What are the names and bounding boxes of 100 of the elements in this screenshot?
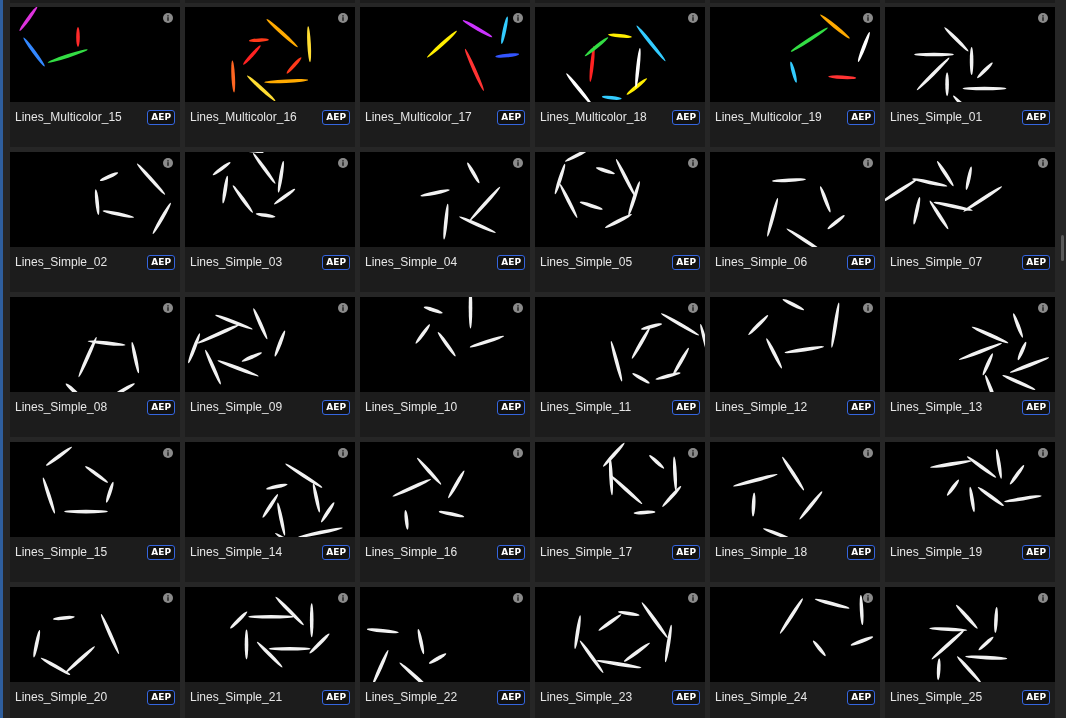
info-icon[interactable] bbox=[688, 448, 698, 458]
asset-card[interactable]: Lines_Simple_11 AEP bbox=[535, 297, 705, 437]
info-icon[interactable] bbox=[688, 158, 698, 168]
format-badge: AEP bbox=[847, 544, 875, 560]
asset-card[interactable]: Lines_Simple_22 AEP bbox=[360, 587, 530, 718]
asset-name: Lines_Simple_10 bbox=[365, 400, 458, 414]
format-badge: AEP bbox=[147, 689, 175, 705]
info-icon[interactable] bbox=[338, 303, 348, 313]
asset-name: Lines_Simple_11 bbox=[540, 400, 632, 414]
format-badge: AEP bbox=[497, 689, 525, 705]
format-badge: AEP bbox=[497, 544, 525, 560]
asset-card[interactable]: Lines_Simple_15 AEP bbox=[10, 442, 180, 582]
asset-card[interactable]: Lines_Simple_04 AEP bbox=[360, 152, 530, 292]
asset-card[interactable]: Lines_Simple_14 AEP bbox=[185, 442, 355, 582]
asset-card[interactable]: Lines_Multicolor_17 AEP bbox=[360, 7, 530, 147]
info-icon[interactable] bbox=[863, 303, 873, 313]
asset-card[interactable]: Lines_Simple_24 AEP bbox=[710, 587, 880, 718]
info-icon[interactable] bbox=[338, 13, 348, 23]
asset-card[interactable]: Lines_Simple_03 AEP bbox=[185, 152, 355, 292]
asset-card[interactable]: Lines_Simple_17 AEP bbox=[535, 442, 705, 582]
info-icon[interactable] bbox=[1038, 303, 1048, 313]
scrollbar-thumb[interactable] bbox=[1061, 235, 1064, 261]
asset-card[interactable]: Lines_Simple_19 AEP bbox=[885, 442, 1055, 582]
asset-card[interactable]: Lines_Simple_08 AEP bbox=[10, 297, 180, 437]
asset-card[interactable]: Lines_Simple_12 AEP bbox=[710, 297, 880, 437]
format-badge: AEP bbox=[1022, 399, 1050, 415]
asset-name: Lines_Simple_17 bbox=[540, 545, 633, 559]
info-icon[interactable] bbox=[863, 448, 873, 458]
asset-name: Lines_Simple_05 bbox=[540, 255, 633, 269]
format-badge: AEP bbox=[147, 544, 175, 560]
asset-card[interactable]: Lines_Simple_09 AEP bbox=[185, 297, 355, 437]
info-icon[interactable] bbox=[513, 158, 523, 168]
format-badge: AEP bbox=[672, 399, 700, 415]
format-badge: AEP bbox=[497, 109, 525, 125]
asset-card[interactable]: Lines_Multicolor_18 AEP bbox=[535, 7, 705, 147]
info-icon[interactable] bbox=[163, 448, 173, 458]
format-badge: AEP bbox=[1022, 544, 1050, 560]
info-icon[interactable] bbox=[513, 593, 523, 603]
info-icon[interactable] bbox=[1038, 158, 1048, 168]
format-badge: AEP bbox=[847, 254, 875, 270]
format-badge: AEP bbox=[1022, 689, 1050, 705]
asset-name: Lines_Simple_21 bbox=[190, 690, 283, 704]
info-icon[interactable] bbox=[513, 13, 523, 23]
info-icon[interactable] bbox=[688, 593, 698, 603]
asset-card[interactable]: Lines_Multicolor_15 AEP bbox=[10, 7, 180, 147]
asset-card[interactable]: Lines_Simple_07 AEP bbox=[885, 152, 1055, 292]
info-icon[interactable] bbox=[688, 13, 698, 23]
asset-card[interactable]: Lines_Simple_06 AEP bbox=[710, 152, 880, 292]
asset-name: Lines_Simple_13 bbox=[890, 400, 983, 414]
asset-card[interactable]: Lines_Simple_01 AEP bbox=[885, 7, 1055, 147]
asset-card[interactable]: Lines_Simple_10 AEP bbox=[360, 297, 530, 437]
asset-card[interactable]: Lines_Multicolor_19 AEP bbox=[710, 7, 880, 147]
format-badge: AEP bbox=[1022, 109, 1050, 125]
format-badge: AEP bbox=[497, 399, 525, 415]
info-icon[interactable] bbox=[163, 303, 173, 313]
format-badge: AEP bbox=[147, 399, 175, 415]
info-icon[interactable] bbox=[863, 13, 873, 23]
asset-card[interactable]: Lines_Simple_21 AEP bbox=[185, 587, 355, 718]
info-icon[interactable] bbox=[513, 448, 523, 458]
asset-name: Lines_Simple_19 bbox=[890, 545, 983, 559]
asset-name: Lines_Simple_02 bbox=[15, 255, 108, 269]
asset-card[interactable]: Lines_Simple_05 AEP bbox=[535, 152, 705, 292]
format-badge: AEP bbox=[672, 689, 700, 705]
asset-name: Lines_Simple_16 bbox=[365, 545, 458, 559]
asset-name: Lines_Simple_20 bbox=[15, 690, 108, 704]
info-icon[interactable] bbox=[338, 593, 348, 603]
info-icon[interactable] bbox=[1038, 593, 1048, 603]
asset-card[interactable]: Lines_Simple_23 AEP bbox=[535, 587, 705, 718]
format-badge: AEP bbox=[322, 399, 350, 415]
info-icon[interactable] bbox=[513, 303, 523, 313]
format-badge: AEP bbox=[147, 109, 175, 125]
asset-name: Lines_Simple_12 bbox=[715, 400, 808, 414]
asset-card[interactable]: Lines_Simple_13 AEP bbox=[885, 297, 1055, 437]
asset-name: Lines_Simple_15 bbox=[15, 545, 108, 559]
info-icon[interactable] bbox=[1038, 448, 1048, 458]
info-icon[interactable] bbox=[163, 13, 173, 23]
info-icon[interactable] bbox=[688, 303, 698, 313]
asset-card[interactable]: Lines_Multicolor_16 AEP bbox=[185, 7, 355, 147]
info-icon[interactable] bbox=[863, 593, 873, 603]
asset-card[interactable]: Lines_Simple_18 AEP bbox=[710, 442, 880, 582]
asset-name: Lines_Simple_08 bbox=[15, 400, 108, 414]
info-icon[interactable] bbox=[163, 593, 173, 603]
format-badge: AEP bbox=[847, 109, 875, 125]
asset-card[interactable]: Lines_Simple_16 AEP bbox=[360, 442, 530, 582]
asset-name: Lines_Multicolor_19 bbox=[715, 110, 822, 124]
asset-name: Lines_Multicolor_16 bbox=[190, 110, 297, 124]
asset-name: Lines_Simple_14 bbox=[190, 545, 283, 559]
info-icon[interactable] bbox=[863, 158, 873, 168]
info-icon[interactable] bbox=[163, 158, 173, 168]
info-icon[interactable] bbox=[1038, 13, 1048, 23]
asset-name: Lines_Simple_04 bbox=[365, 255, 458, 269]
asset-card[interactable]: Lines_Simple_20 AEP bbox=[10, 587, 180, 718]
format-badge: AEP bbox=[322, 109, 350, 125]
format-badge: AEP bbox=[847, 689, 875, 705]
asset-card[interactable]: Lines_Simple_25 AEP bbox=[885, 587, 1055, 718]
asset-name: Lines_Simple_09 bbox=[190, 400, 283, 414]
asset-name: Lines_Simple_06 bbox=[715, 255, 808, 269]
info-icon[interactable] bbox=[338, 158, 348, 168]
info-icon[interactable] bbox=[338, 448, 348, 458]
asset-card[interactable]: Lines_Simple_02 AEP bbox=[10, 152, 180, 292]
